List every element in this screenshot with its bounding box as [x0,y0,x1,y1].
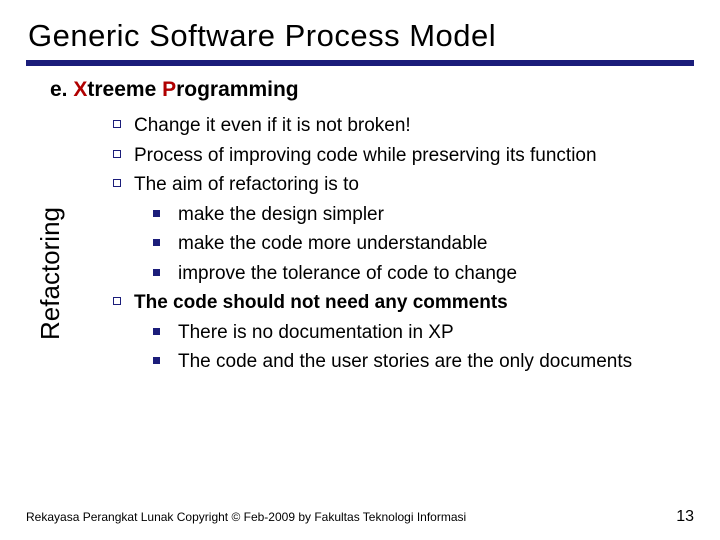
list-item-level1: Process of improving code while preservi… [100,142,692,170]
square-filled-icon [134,260,178,288]
subtitle-part: treeme [87,78,162,101]
footer-text: Rekayasa Perangkat Lunak Copyright © Feb… [26,510,466,524]
list-item-level1: The code should not need any comments [100,289,692,317]
vertical-label-container: Refactoring [30,172,70,376]
list-item-text: Change it even if it is not broken! [134,112,692,140]
list-item-level1: The aim of refactoring is to [100,171,692,199]
list-item-text: There is no documentation in XP [178,319,692,347]
subtitle-accent-x: X [73,78,87,101]
list-item-text: Process of improving code while preservi… [134,142,692,170]
vertical-label: Refactoring [35,207,66,340]
list-item-level1: Change it even if it is not broken! [100,112,692,140]
square-filled-icon [134,201,178,229]
slide-subtitle: e. Xtreeme Programming [50,78,692,102]
page-number: 13 [676,508,694,526]
subtitle-part: rogramming [176,78,299,101]
bullet-list: Change it even if it is not broken!Proce… [100,112,692,376]
subtitle-part: e. [50,78,73,101]
list-item-level2: The code and the user stories are the on… [134,348,692,376]
square-filled-icon [134,230,178,258]
list-item-text: make the code more understandable [178,230,692,258]
square-outline-icon [100,112,134,140]
square-filled-icon [134,319,178,347]
subtitle-accent-p: P [162,78,176,101]
list-item-text: The code should not need any comments [134,289,692,317]
list-item-level2: improve the tolerance of code to change [134,260,692,288]
title-underline [26,60,694,66]
square-outline-icon [100,171,134,199]
list-item-text: The code and the user stories are the on… [178,348,692,376]
list-item-level2: make the design simpler [134,201,692,229]
slide-title: Generic Software Process Model [28,18,692,54]
list-item-level2: There is no documentation in XP [134,319,692,347]
list-item-level2: make the code more understandable [134,230,692,258]
list-item-text: make the design simpler [178,201,692,229]
square-outline-icon [100,289,134,317]
square-outline-icon [100,142,134,170]
list-item-text: The aim of refactoring is to [134,171,692,199]
list-item-text: improve the tolerance of code to change [178,260,692,288]
square-filled-icon [134,348,178,376]
